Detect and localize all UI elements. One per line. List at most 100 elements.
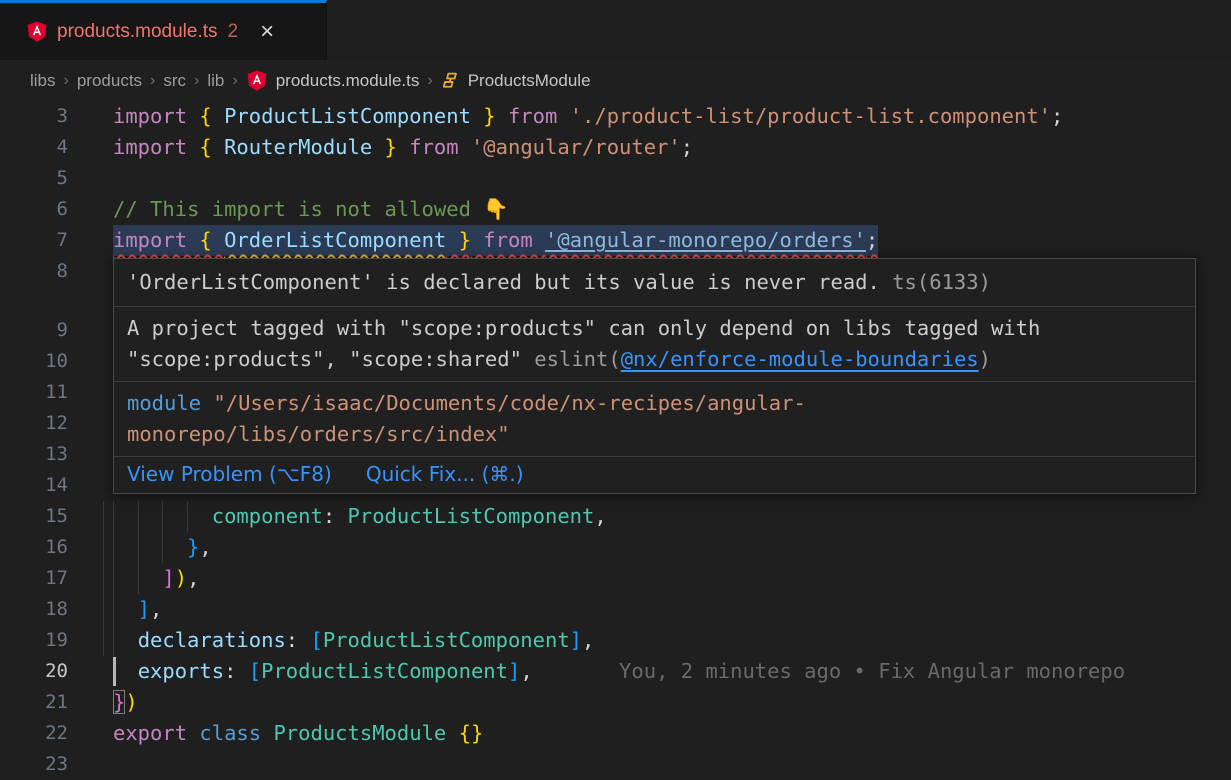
- hover-text: 'OrderListComponent' is declared but its…: [127, 270, 880, 294]
- code-token: ,: [594, 504, 606, 528]
- code-line-4[interactable]: 4import { RouterModule } from '@angular/…: [0, 132, 1231, 163]
- line-number: 13: [0, 439, 100, 470]
- code-line-20[interactable]: 20 exports: [ProductListComponent],You, …: [0, 656, 1231, 687]
- code-token: {}: [459, 721, 484, 745]
- code-token: }: [113, 690, 125, 714]
- line-number: 9: [0, 315, 100, 346]
- close-icon[interactable]: ×: [260, 20, 274, 44]
- git-blame-annotation: You, 2 minutes ago • Fix Angular monorep…: [619, 659, 1125, 683]
- line-number: 4: [0, 132, 100, 163]
- code-token: ,: [150, 597, 162, 621]
- breadcrumb-label: src: [163, 71, 186, 91]
- code-token: ): [125, 690, 137, 714]
- code-token: import: [113, 104, 199, 128]
- breadcrumb-item-lib[interactable]: lib: [207, 71, 224, 91]
- code-token: :: [224, 659, 249, 683]
- code-token: OrderListComponent: [224, 228, 446, 252]
- breadcrumb-separator: ›: [64, 72, 69, 90]
- quick-fix-button[interactable]: Quick Fix... (⌘.): [366, 462, 524, 486]
- line-number: 15: [0, 501, 100, 532]
- code-token: ]: [113, 566, 175, 590]
- view-problem-button[interactable]: View Problem (⌥F8): [127, 462, 332, 486]
- breadcrumb-item-libs[interactable]: libs: [30, 71, 56, 91]
- code-token: '@angular/router': [471, 135, 681, 159]
- indent-guide: [103, 501, 104, 532]
- code-line-23[interactable]: 23: [0, 749, 1231, 780]
- breadcrumb-separator: ›: [427, 72, 432, 90]
- code-token: 👇: [483, 197, 509, 221]
- hover-message-2: A project tagged with "scope:products" c…: [114, 307, 1195, 382]
- breadcrumb-item-productsmodule[interactable]: ProductsModule: [441, 71, 591, 91]
- line-number: 22: [0, 718, 100, 749]
- indent-guide: [103, 563, 104, 594]
- line-number: 18: [0, 594, 100, 625]
- line-number: 17: [0, 563, 100, 594]
- code-line-3[interactable]: 3import { ProductListComponent } from '.…: [0, 101, 1231, 132]
- code-token: RouterModule: [224, 135, 372, 159]
- hover-text: "/Users/isaac/Documents/code/nx-recipes/…: [127, 391, 806, 446]
- line-number: 16: [0, 532, 100, 563]
- code-line-7[interactable]: 7import { OrderListComponent } from '@an…: [0, 225, 1231, 256]
- hover-text: eslint(: [534, 347, 620, 371]
- code-line-19[interactable]: 19 declarations: [ProductListComponent],: [0, 625, 1231, 656]
- error-hover-widget: 'OrderListComponent' is declared but its…: [113, 258, 1196, 494]
- code-line-5[interactable]: 5: [0, 163, 1231, 194]
- breadcrumb-item-products[interactable]: products: [77, 71, 142, 91]
- breadcrumb: libs › products › src › lib › products.module.t…: [0, 60, 1231, 101]
- tab-products-module-ts[interactable]: products.module.ts 2 ×: [0, 0, 327, 60]
- breadcrumb-item-products-module-ts[interactable]: products.module.ts: [246, 69, 420, 92]
- code-token: export: [113, 721, 199, 745]
- code-line-18[interactable]: 18 ],: [0, 594, 1231, 625]
- breadcrumb-label: products.module.ts: [276, 71, 420, 91]
- code-token: }: [113, 535, 199, 559]
- line-number: 19: [0, 625, 100, 656]
- code-line-21[interactable]: 21}): [0, 687, 1231, 718]
- breadcrumb-separator: ›: [150, 72, 155, 90]
- code-token: ,: [582, 628, 594, 652]
- code-token: {: [199, 135, 224, 159]
- code-token: class: [199, 721, 273, 745]
- code-token: ProductListComponent: [224, 104, 471, 128]
- code-token: ]: [113, 597, 150, 621]
- code-line-6[interactable]: 6 // This import is not allowed 👇: [0, 194, 1231, 225]
- line-number: 10: [0, 346, 100, 377]
- tab-title: products.module.ts: [57, 21, 218, 43]
- code-token: }: [471, 104, 496, 128]
- code-line-22[interactable]: 22export class ProductsModule {}: [0, 718, 1231, 749]
- code-token: :: [323, 504, 348, 528]
- code-token: [: [249, 659, 261, 683]
- angular-icon: [246, 69, 268, 92]
- breadcrumb-label: libs: [30, 71, 56, 91]
- line-number: 20: [0, 656, 100, 687]
- line-number: 14: [0, 470, 100, 501]
- code-token: component: [113, 504, 323, 528]
- code-token: :: [286, 628, 311, 652]
- code-line-17[interactable]: 17 ]),: [0, 563, 1231, 594]
- code-token: import: [113, 228, 199, 252]
- code-token: // This import is not allowed: [113, 197, 483, 221]
- line-number: 7: [0, 225, 100, 256]
- breadcrumb-item-src[interactable]: src: [163, 71, 186, 91]
- breadcrumb-separator: ›: [194, 72, 199, 90]
- code-token: ): [175, 566, 187, 590]
- code-token: {: [199, 228, 224, 252]
- angular-icon: [26, 20, 48, 43]
- line-number: 23: [0, 749, 100, 780]
- class-symbol-icon: [441, 71, 460, 90]
- eslint-rule-link[interactable]: @nx/enforce-module-boundaries: [621, 347, 979, 371]
- breadcrumb-label: lib: [207, 71, 224, 91]
- code-token: ProductListComponent: [323, 628, 570, 652]
- code-line-15[interactable]: 15 component: ProductListComponent,: [0, 501, 1231, 532]
- indent-guide: [103, 532, 104, 563]
- code-token: {: [199, 104, 224, 128]
- code-token: ,: [520, 659, 532, 683]
- code-token: ]: [570, 628, 582, 652]
- code-token: exports: [138, 659, 224, 683]
- tab-problems-badge: 2: [228, 21, 239, 43]
- hover-message-3: module "/Users/isaac/Documents/code/nx-r…: [114, 382, 1195, 457]
- code-line-16[interactable]: 16 },: [0, 532, 1231, 563]
- hover-text: [201, 391, 213, 415]
- line-number: 6: [0, 194, 100, 225]
- code-token: }: [372, 135, 397, 159]
- hover-action-bar: View Problem (⌥F8) Quick Fix... (⌘.): [114, 457, 1195, 493]
